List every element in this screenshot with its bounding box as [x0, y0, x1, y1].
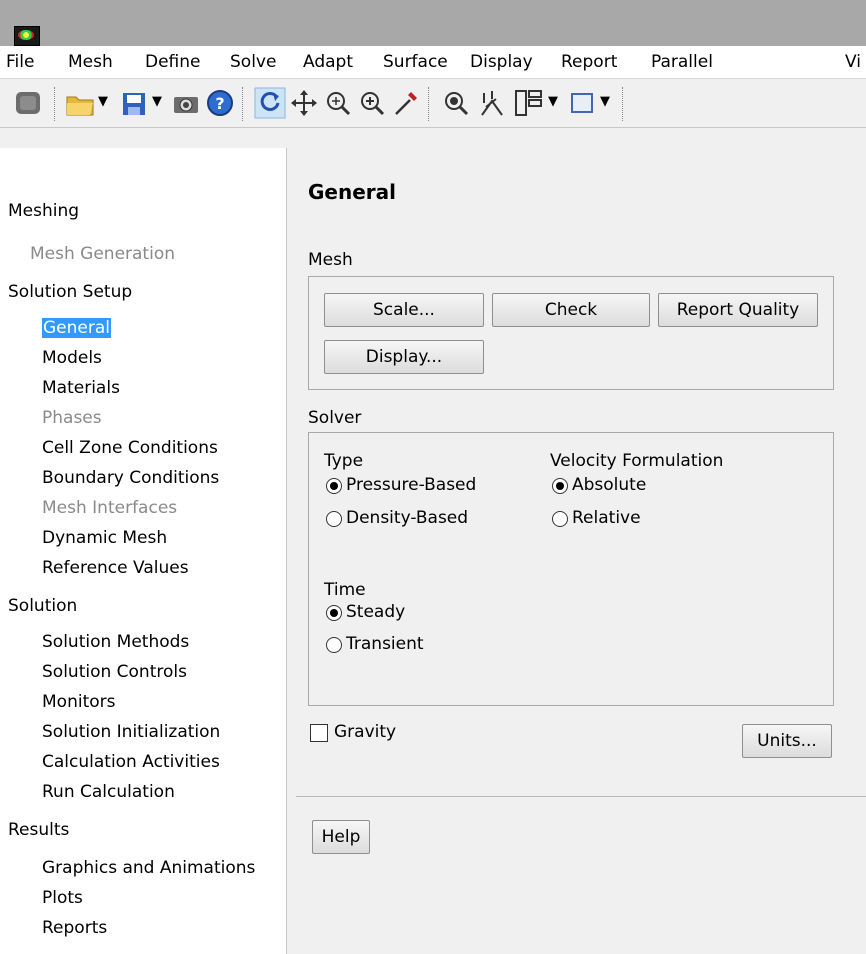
- relative-label: Relative: [572, 508, 641, 528]
- camera-icon[interactable]: [170, 87, 202, 119]
- tree-item-plots[interactable]: Plots: [42, 888, 83, 908]
- menu-view[interactable]: Vi: [845, 52, 861, 72]
- tree-item-models[interactable]: Models: [42, 348, 102, 368]
- tree-item-boundary-conditions[interactable]: Boundary Conditions: [42, 468, 219, 488]
- chevron-down-icon[interactable]: ▼: [600, 94, 610, 109]
- zoom-plus-icon[interactable]: [356, 87, 388, 119]
- tree-item-materials[interactable]: Materials: [42, 378, 120, 398]
- toolbar-separator: [242, 87, 245, 121]
- fit-view-icon[interactable]: [440, 87, 472, 119]
- velocity-formulation-label: Velocity Formulation: [550, 451, 724, 471]
- tree-item-dynamic-mesh[interactable]: Dynamic Mesh: [42, 528, 167, 548]
- toolbar-separator: [428, 87, 431, 121]
- mesh-group-label: Mesh: [308, 250, 353, 270]
- menu-display[interactable]: Display: [470, 52, 533, 72]
- tree-item-solution-controls[interactable]: Solution Controls: [42, 662, 187, 682]
- record-icon[interactable]: [12, 87, 44, 119]
- tree-item-cell-zone-conditions[interactable]: Cell Zone Conditions: [42, 438, 218, 458]
- tree-item-mesh-interfaces: Mesh Interfaces: [42, 498, 178, 518]
- pressure-based-radio[interactable]: [326, 478, 342, 494]
- save-icon[interactable]: [118, 87, 150, 119]
- density-based-radio[interactable]: [326, 511, 342, 527]
- tree-item-reports[interactable]: Reports: [42, 918, 107, 938]
- tree-item-solution-setup[interactable]: Solution Setup: [8, 282, 132, 302]
- tree-item-monitors[interactable]: Monitors: [42, 692, 115, 712]
- title-bar: [0, 0, 866, 46]
- tree-item-graphics-and-animations[interactable]: Graphics and Animations: [42, 858, 255, 878]
- gravity-label: Gravity: [334, 722, 397, 742]
- svg-text:?: ?: [215, 94, 224, 113]
- toolbar-separator: [54, 87, 57, 121]
- tree-item-phases: Phases: [42, 408, 102, 428]
- scale-button[interactable]: Scale...: [324, 293, 484, 327]
- panel-title: General: [308, 180, 396, 204]
- menu-bar: File Mesh Define Solve Adapt Surface Dis…: [0, 46, 866, 79]
- transient-radio[interactable]: [326, 637, 342, 653]
- tree-item-general[interactable]: General: [42, 318, 111, 338]
- tree-item-run-calculation[interactable]: Run Calculation: [42, 782, 175, 802]
- time-label: Time: [324, 580, 366, 600]
- toolbar: ▼ ▼ ? ▼ ▼: [0, 79, 866, 128]
- tree-item-solution-methods[interactable]: Solution Methods: [42, 632, 189, 652]
- rotate-icon[interactable]: [254, 87, 286, 119]
- absolute-label: Absolute: [572, 475, 647, 495]
- solver-group: [308, 432, 834, 706]
- menu-file[interactable]: File: [6, 52, 34, 72]
- mesh-lines-icon[interactable]: [476, 87, 508, 119]
- tree-item-solution[interactable]: Solution: [8, 596, 77, 616]
- app-icon[interactable]: [14, 26, 40, 46]
- tree-item-mesh-generation: Mesh Generation: [30, 244, 175, 264]
- report-quality-button[interactable]: Report Quality: [658, 293, 818, 327]
- check-button[interactable]: Check: [492, 293, 650, 327]
- units-button[interactable]: Units...: [742, 724, 832, 758]
- menu-report[interactable]: Report: [561, 52, 617, 72]
- menu-adapt[interactable]: Adapt: [303, 52, 353, 72]
- gravity-checkbox[interactable]: [310, 724, 328, 742]
- chevron-down-icon[interactable]: ▼: [152, 94, 162, 109]
- tree-item-calculation-activities[interactable]: Calculation Activities: [42, 752, 220, 772]
- zoom-in-icon[interactable]: [322, 87, 354, 119]
- transient-label: Transient: [346, 634, 424, 654]
- chevron-down-icon[interactable]: ▼: [548, 94, 558, 109]
- solver-group-label: Solver: [308, 408, 362, 428]
- display-button[interactable]: Display...: [324, 340, 484, 374]
- layout-icon[interactable]: [512, 87, 544, 119]
- chevron-down-icon[interactable]: ▼: [98, 94, 108, 109]
- open-folder-icon[interactable]: [64, 87, 96, 119]
- panel-divider: [296, 796, 866, 797]
- relative-radio[interactable]: [552, 511, 568, 527]
- menu-surface[interactable]: Surface: [383, 52, 448, 72]
- toolbar-separator: [622, 87, 625, 121]
- tree-item-reference-values[interactable]: Reference Values: [42, 558, 189, 578]
- menu-define[interactable]: Define: [145, 52, 201, 72]
- type-label: Type: [324, 451, 364, 471]
- help-icon[interactable]: ?: [204, 87, 236, 119]
- menu-parallel[interactable]: Parallel: [651, 52, 713, 72]
- navigation-tree: Meshing Mesh Generation Solution Setup G…: [0, 148, 287, 954]
- absolute-radio[interactable]: [552, 478, 568, 494]
- tree-item-solution-initialization[interactable]: Solution Initialization: [42, 722, 220, 742]
- tree-item-meshing[interactable]: Meshing: [8, 201, 79, 221]
- steady-label: Steady: [346, 602, 406, 622]
- help-button[interactable]: Help: [312, 820, 370, 854]
- menu-solve[interactable]: Solve: [230, 52, 276, 72]
- probe-icon[interactable]: [390, 87, 422, 119]
- density-based-label: Density-Based: [346, 508, 469, 528]
- menu-mesh[interactable]: Mesh: [68, 52, 113, 72]
- window-icon[interactable]: [566, 87, 598, 119]
- pan-icon[interactable]: [288, 87, 320, 119]
- steady-radio[interactable]: [326, 605, 342, 621]
- tree-item-results[interactable]: Results: [8, 820, 69, 840]
- pressure-based-label: Pressure-Based: [346, 475, 477, 495]
